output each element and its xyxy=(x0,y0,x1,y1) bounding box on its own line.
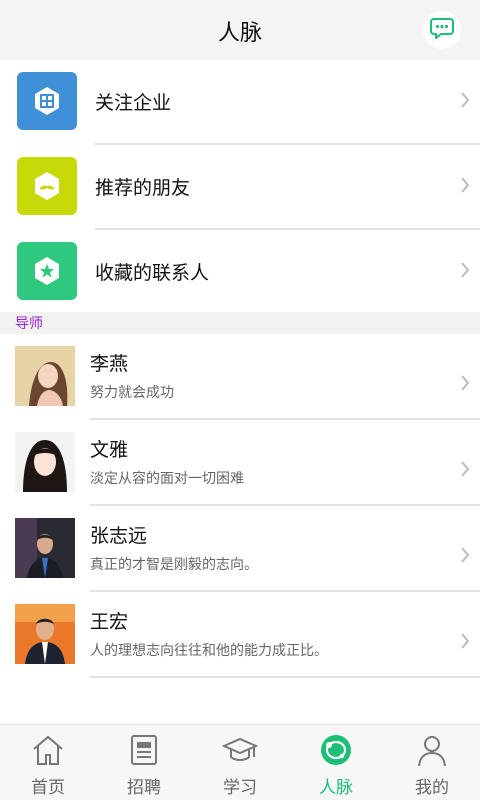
menu-item-followed-companies[interactable]: 关注企业 xyxy=(0,60,480,145)
avatar xyxy=(15,518,75,578)
tab-home[interactable]: 首页 xyxy=(0,725,96,800)
mentor-name: 王宏 xyxy=(90,611,129,633)
mentor-row[interactable]: 李燕 努力就会成功 xyxy=(0,334,480,420)
star-icon xyxy=(17,242,77,300)
network-icon xyxy=(318,733,354,767)
mentor-motto: 淡定从容的面对一切困难 xyxy=(90,471,244,487)
tab-connections[interactable]: 人脉 xyxy=(288,725,384,800)
connections-menu: 关注企业 推荐的朋友 收藏的联系人 xyxy=(0,60,480,315)
mentor-row[interactable]: 张志远 真正的才智是刚毅的志向。 xyxy=(0,506,480,592)
graduation-cap-icon xyxy=(221,733,259,767)
avatar xyxy=(15,432,75,492)
page-title: 人脉 xyxy=(217,21,262,46)
chevron-right-icon xyxy=(460,176,470,198)
mentor-row[interactable]: 文雅 淡定从容的面对一切困难 xyxy=(0,420,480,506)
newspaper-icon xyxy=(126,733,162,767)
avatar xyxy=(15,346,75,406)
menu-item-label: 推荐的朋友 xyxy=(95,177,191,199)
tab-label: 人脉 xyxy=(319,778,353,798)
chat-bubble-icon xyxy=(430,17,454,43)
messages-button[interactable] xyxy=(423,11,461,49)
menu-item-label: 关注企业 xyxy=(95,92,172,114)
tab-label: 招聘 xyxy=(127,778,161,798)
tab-study[interactable]: 学习 xyxy=(192,725,288,800)
mentor-motto: 真正的才智是刚毅的志向。 xyxy=(90,557,258,573)
mentor-name: 张志远 xyxy=(90,525,148,547)
chevron-right-icon xyxy=(460,546,470,568)
divider xyxy=(90,676,480,678)
menu-item-saved-contacts[interactable]: 收藏的联系人 xyxy=(0,230,480,315)
mustache-icon xyxy=(17,157,77,215)
mentor-name: 李燕 xyxy=(90,353,129,375)
mentor-motto: 努力就会成功 xyxy=(90,385,174,401)
chevron-right-icon xyxy=(460,460,470,482)
tab-label: 首页 xyxy=(31,778,65,798)
tab-jobs[interactable]: 招聘 xyxy=(96,725,192,800)
mentor-list: 李燕 努力就会成功 文雅 淡定从容的面对一切困难 张志远 真正的才智是刚毅的志向… xyxy=(0,334,480,724)
building-icon xyxy=(17,72,77,130)
tab-label: 我的 xyxy=(415,778,449,798)
user-icon xyxy=(414,733,450,767)
chevron-right-icon xyxy=(460,91,470,113)
chevron-right-icon xyxy=(460,374,470,396)
menu-item-recommended-friends[interactable]: 推荐的朋友 xyxy=(0,145,480,230)
section-title: 导师 xyxy=(15,316,43,332)
home-icon xyxy=(30,733,66,767)
mentor-row[interactable]: 王宏 人的理想志向往往和他的能力成正比。 xyxy=(0,592,480,678)
tab-label: 学习 xyxy=(223,778,257,798)
menu-item-label: 收藏的联系人 xyxy=(95,262,210,284)
mentor-motto: 人的理想志向往往和他的能力成正比。 xyxy=(90,643,328,659)
tab-me[interactable]: 我的 xyxy=(384,725,480,800)
mentor-name: 文雅 xyxy=(90,439,129,461)
top-bar: 人脉 xyxy=(0,0,480,60)
chevron-right-icon xyxy=(460,261,470,283)
bottom-tab-bar: 首页 招聘 学习 人脉 我的 xyxy=(0,724,480,800)
section-header: 导师 xyxy=(0,312,480,334)
chevron-right-icon xyxy=(460,632,470,654)
avatar xyxy=(15,604,75,664)
